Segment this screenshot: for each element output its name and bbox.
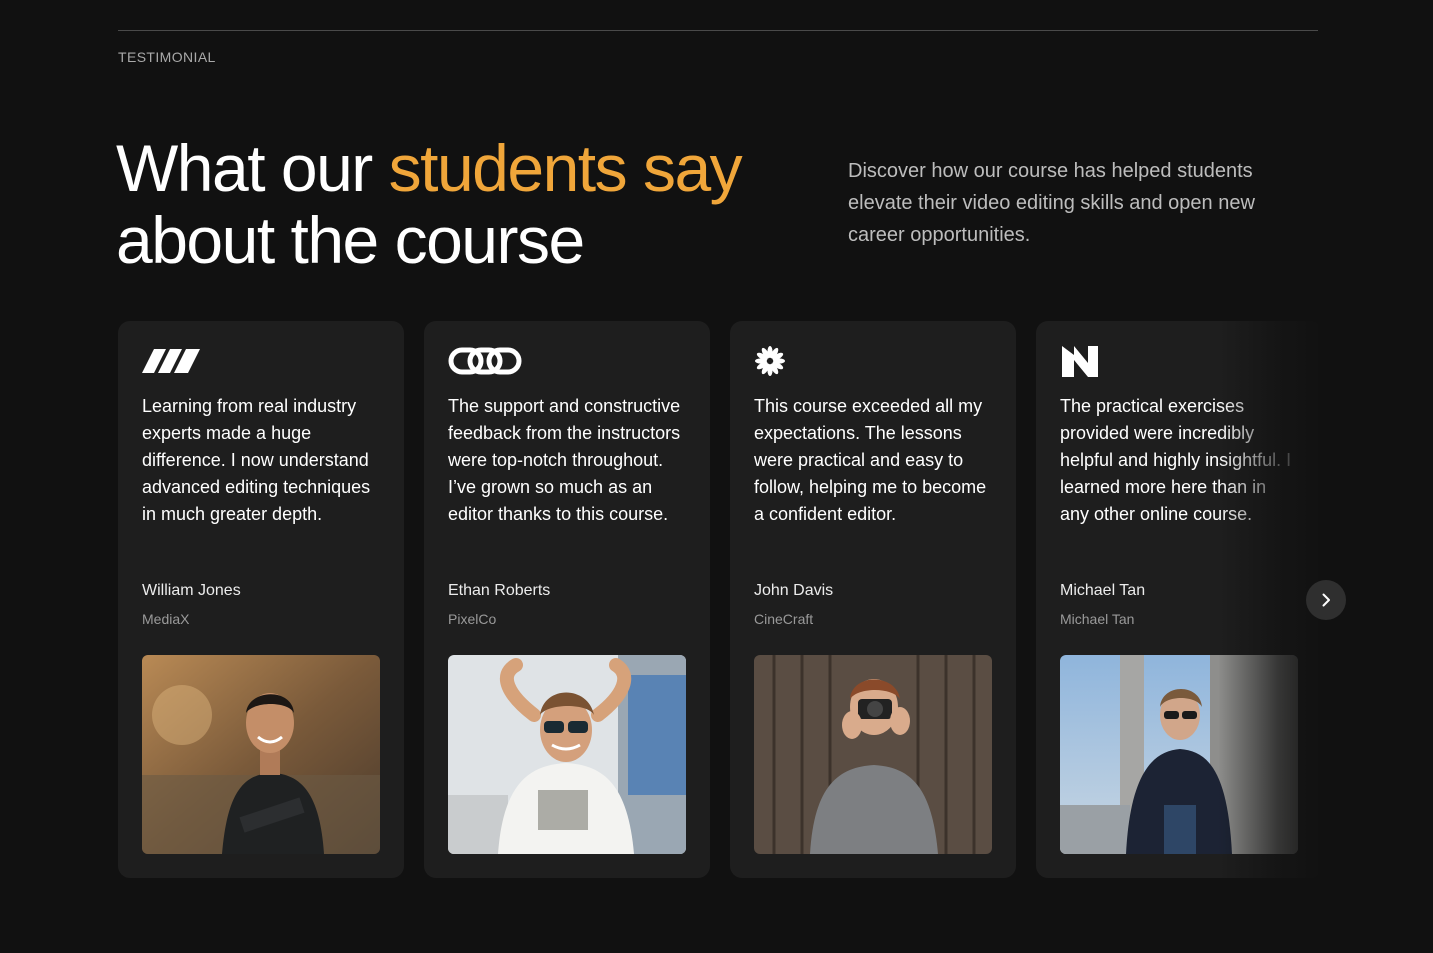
testimonial-company: PixelCo bbox=[448, 611, 497, 627]
slashes-logo-icon bbox=[142, 349, 200, 373]
testimonial-company: Michael Tan bbox=[1060, 611, 1135, 627]
testimonial-company: CineCraft bbox=[754, 611, 814, 627]
author-photo bbox=[754, 655, 992, 854]
section-intro: Discover how our course has helped stude… bbox=[848, 160, 1255, 246]
headline-accent: students say bbox=[388, 131, 743, 205]
testimonial-author: Michael Tan bbox=[1060, 582, 1146, 599]
testimonial-author: Ethan Roberts bbox=[448, 582, 551, 599]
testimonial-quote: The support and constructive feedback fr… bbox=[448, 396, 681, 524]
testimonial-quote: This course exceeded all my expectations… bbox=[754, 396, 987, 524]
chevron-right-icon bbox=[1322, 593, 1330, 607]
testimonial-quote: Learning from real industry experts made… bbox=[142, 396, 371, 524]
headline-tail: about the course bbox=[116, 203, 585, 277]
testimonial-card: The support and constructive feedback fr… bbox=[424, 321, 710, 878]
author-photo bbox=[1060, 655, 1298, 854]
testimonial-company: MediaX bbox=[142, 611, 190, 627]
section-headline: What our students say about the course bbox=[116, 132, 816, 276]
testimonial-carousel: Learning from real industry experts made… bbox=[118, 321, 1318, 879]
carousel-next-button[interactable] bbox=[1306, 580, 1346, 620]
testimonial-section: TESTIMONIAL What our students say about t… bbox=[0, 0, 1433, 953]
testimonial-author: William Jones bbox=[142, 582, 241, 599]
headline-lead: What our bbox=[116, 131, 389, 205]
starburst-logo-icon bbox=[755, 346, 785, 376]
testimonial-card: The practical exercises provided were in… bbox=[1036, 321, 1318, 878]
author-photo bbox=[448, 655, 686, 854]
section-eyebrow: TESTIMONIAL bbox=[118, 49, 216, 65]
testimonial-quote: The practical exercises provided were in… bbox=[1060, 396, 1292, 524]
testimonial-card: Learning from real industry experts made… bbox=[118, 321, 404, 878]
letter-n-logo-icon bbox=[1062, 346, 1098, 377]
testimonial-author: John Davis bbox=[754, 582, 834, 599]
section-divider bbox=[118, 30, 1318, 31]
author-photo bbox=[142, 655, 380, 854]
testimonial-card: This course exceeded all my expectations… bbox=[730, 321, 1016, 878]
chain-links-logo-icon bbox=[448, 347, 522, 375]
